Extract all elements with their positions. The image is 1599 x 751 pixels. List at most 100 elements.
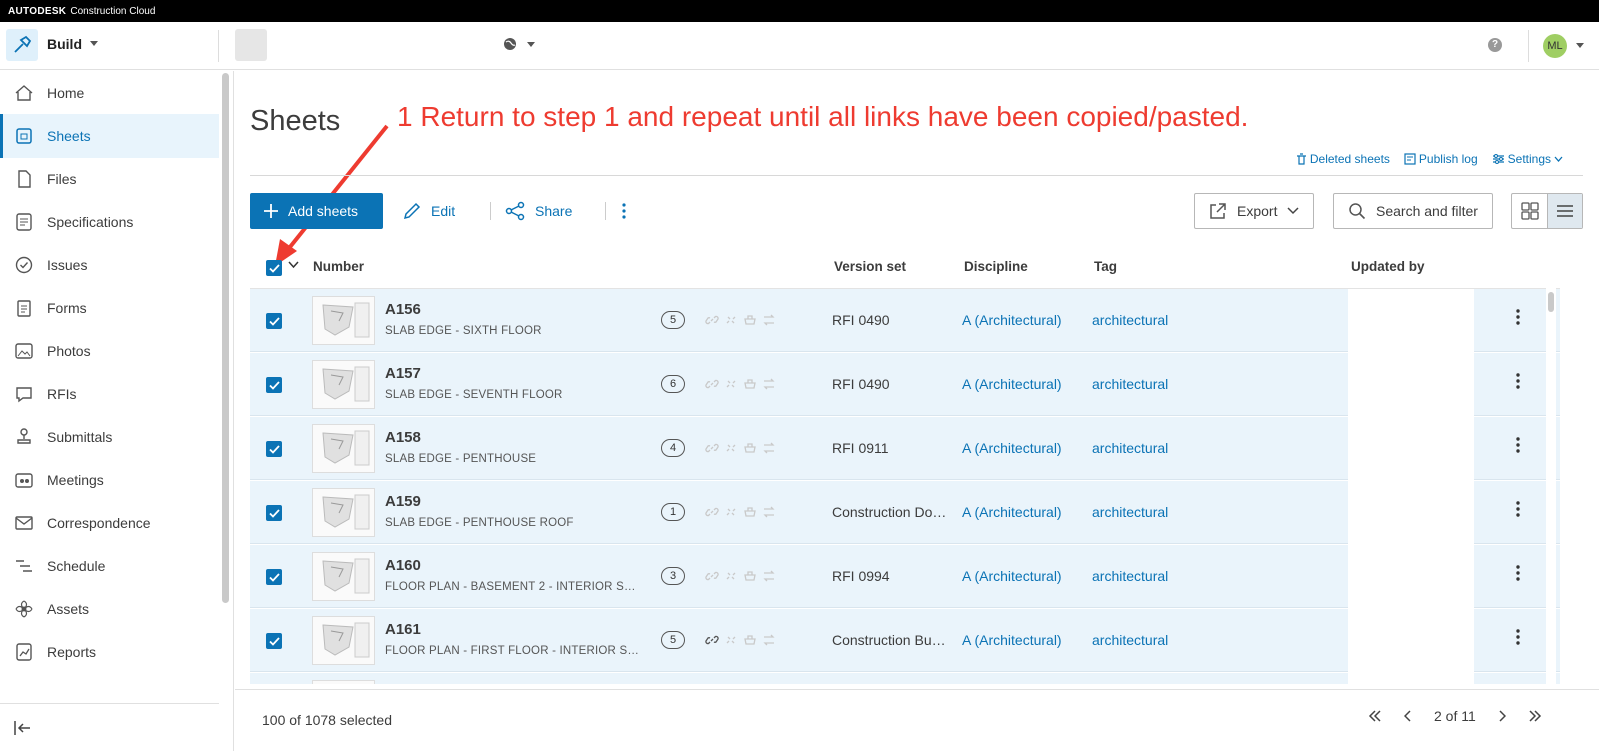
link-icon[interactable] [705,441,719,455]
link-icon[interactable] [705,377,719,391]
compare-icon[interactable] [762,441,776,455]
sheet-thumbnail[interactable] [312,616,375,665]
markup-icon[interactable] [743,441,757,455]
more-actions-button[interactable] [622,193,626,229]
previous-page-icon[interactable] [1404,710,1412,722]
sheet-thumbnail[interactable] [312,680,375,684]
column-header-tag[interactable]: Tag [1094,259,1117,274]
row-more-icon[interactable] [1516,437,1520,458]
broken-link-icon[interactable] [724,505,738,519]
version-badge[interactable]: 5 [661,631,685,649]
chevron-down-icon[interactable] [1576,43,1584,48]
sidebar-item-assets[interactable]: Assets [0,587,219,631]
broken-link-icon[interactable] [724,441,738,455]
compare-icon[interactable] [762,569,776,583]
sidebar-item-issues[interactable]: Issues [0,243,219,287]
column-header-updated-by[interactable]: Updated by [1351,259,1425,274]
project-thumbnail[interactable] [235,29,267,61]
sheet-number[interactable]: A157 [385,365,421,382]
link-icon[interactable] [705,505,719,519]
column-header-number[interactable]: Number [313,259,364,274]
link-icon[interactable] [705,569,719,583]
sidebar-item-home[interactable]: Home [0,71,219,115]
sidebar-item-specifications[interactable]: Specifications [0,200,219,244]
discipline[interactable]: A (Architectural) [962,440,1062,456]
broken-link-icon[interactable] [724,569,738,583]
share-button[interactable]: Share [505,193,572,229]
sidebar-item-forms[interactable]: Forms [0,286,219,330]
table-scrollbar[interactable] [1546,288,1556,684]
list-view-icon[interactable] [1547,194,1582,228]
link-icon[interactable] [705,633,719,647]
tag[interactable]: architectural [1092,440,1168,456]
search-and-filter-button[interactable]: Search and filter [1333,193,1493,229]
version-badge[interactable]: 4 [661,439,685,457]
help-icon[interactable]: ? [1488,38,1502,52]
compare-icon[interactable] [762,377,776,391]
sidebar-item-submittals[interactable]: Submittals [0,415,219,459]
sidebar-item-files[interactable]: Files [0,157,219,201]
select-all-checkbox[interactable] [266,260,282,276]
link-icon[interactable] [705,313,719,327]
avatar[interactable]: ML [1543,34,1567,58]
sheet-thumbnail[interactable] [312,360,375,409]
publish-log-link[interactable]: Publish log [1404,152,1478,166]
grid-view-icon[interactable] [1512,194,1547,228]
globe-icon[interactable] [503,37,517,56]
table-row[interactable]: A159 SLAB EDGE - PENTHOUSE ROOF 1 Construct… [250,481,1560,544]
sidebar-item-sheets[interactable]: Sheets [0,114,219,158]
row-checkbox[interactable] [266,633,282,649]
row-more-icon[interactable] [1516,309,1520,330]
markup-icon[interactable] [743,313,757,327]
deleted-sheets-link[interactable]: Deleted sheets [1296,152,1390,166]
last-page-icon[interactable] [1528,710,1542,722]
discipline[interactable]: A (Architectural) [962,632,1062,648]
row-more-icon[interactable] [1516,501,1520,522]
table-row[interactable]: A162 [250,673,1560,684]
sheet-number[interactable]: A159 [385,493,421,510]
compare-icon[interactable] [762,633,776,647]
table-row[interactable]: A160 FLOOR PLAN - BASEMENT 2 - INTERIOR S… [250,545,1560,608]
column-header-version-set[interactable]: Version set [834,259,906,274]
tag[interactable]: architectural [1092,312,1168,328]
version-badge[interactable]: 1 [661,503,685,521]
row-checkbox[interactable] [266,441,282,457]
chevron-down-icon[interactable] [90,41,98,46]
sidebar-item-meetings[interactable]: Meetings [0,458,219,502]
broken-link-icon[interactable] [724,313,738,327]
markup-icon[interactable] [743,505,757,519]
settings-link[interactable]: Settings [1492,152,1563,166]
edit-button[interactable]: Edit [403,193,455,229]
compare-icon[interactable] [762,505,776,519]
sheet-number[interactable]: A160 [385,557,421,574]
chevron-down-icon[interactable] [288,261,299,269]
app-switcher[interactable]: Build [47,36,82,52]
markup-icon[interactable] [743,569,757,583]
sheet-thumbnail[interactable] [312,424,375,473]
markup-icon[interactable] [743,377,757,391]
export-button[interactable]: Export [1194,193,1315,229]
sheet-thumbnail[interactable] [312,552,375,601]
markup-icon[interactable] [743,633,757,647]
tag[interactable]: architectural [1092,376,1168,392]
tag[interactable]: architectural [1092,568,1168,584]
table-row[interactable]: A157 SLAB EDGE - SEVENTH FLOOR 6 RFI 0490 A … [250,353,1560,416]
sidebar-item-correspondence[interactable]: Correspondence [0,501,219,545]
sidebar-item-schedule[interactable]: Schedule [0,544,219,588]
discipline[interactable]: A (Architectural) [962,568,1062,584]
version-badge[interactable]: 5 [661,311,685,329]
table-row[interactable]: A156 SLAB EDGE - SIXTH FLOOR 5 RFI 0490 A (A… [250,289,1560,352]
row-checkbox[interactable] [266,569,282,585]
column-header-discipline[interactable]: Discipline [964,259,1028,274]
row-checkbox[interactable] [266,313,282,329]
sheet-number[interactable]: A158 [385,429,421,446]
row-more-icon[interactable] [1516,565,1520,586]
table-row[interactable]: A161 FLOOR PLAN - FIRST FLOOR - INTERIOR … [250,609,1560,672]
first-page-icon[interactable] [1368,710,1382,722]
sheet-number[interactable]: A156 [385,301,421,318]
add-sheets-button[interactable]: Add sheets [250,193,383,229]
collapse-sidebar-icon[interactable] [14,720,32,741]
sheet-thumbnail[interactable] [312,488,375,537]
tag[interactable]: architectural [1092,632,1168,648]
broken-link-icon[interactable] [724,633,738,647]
